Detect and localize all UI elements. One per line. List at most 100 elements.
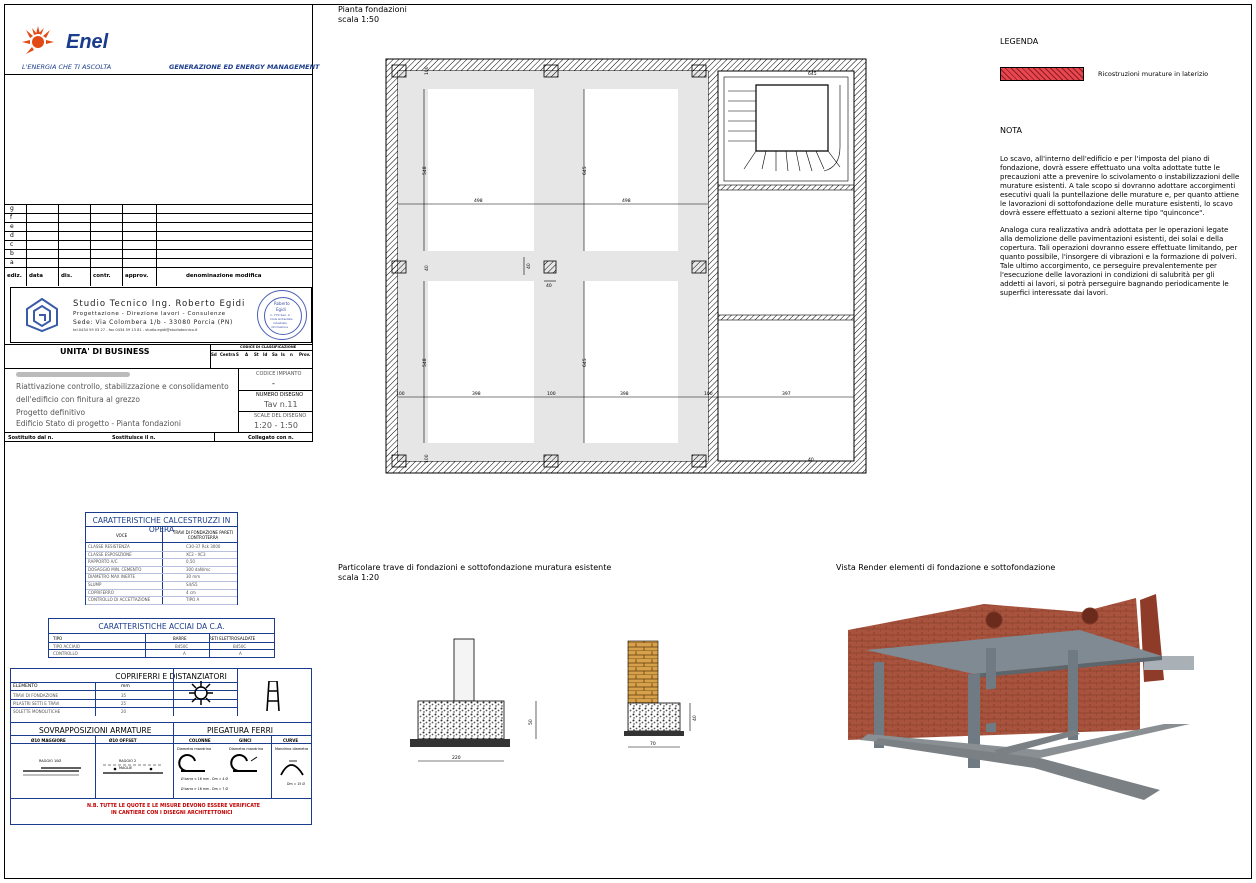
- dim-center-h: 40: [546, 283, 552, 289]
- revision-header: contr.: [93, 273, 111, 279]
- divider: [238, 411, 312, 412]
- codice-column: Prov.: [299, 352, 311, 357]
- dim-mid-left: 398: [472, 391, 481, 397]
- sovrapposizioni-title: SOVRAPPOSIZIONI ARMATURE: [39, 726, 152, 735]
- legend-swatch: [1000, 67, 1084, 81]
- revision-col-line: [58, 204, 59, 286]
- stamp-name: Roberto: [274, 301, 290, 306]
- calcestruzzi-row-value: 300 daN/mc: [186, 566, 211, 572]
- revision-row-line: [4, 204, 312, 205]
- codice-impianto-label: CODICE IMPIANTO: [256, 371, 302, 377]
- brand-slogan: L'ENERGIA CHE TI ASCOLTA: [22, 63, 112, 71]
- codice-column: St: [254, 352, 259, 357]
- hook-bend-icon-1: [178, 754, 205, 772]
- acciai-title: CARATTERISTICHE ACCIAI DA C.A.: [98, 622, 225, 631]
- codice-column: S: [236, 352, 239, 357]
- codice-column: n: [290, 352, 293, 357]
- copriferri-r0c0: TRAVI DI FONDAZIONE: [13, 693, 59, 698]
- studio-line3: tel.0434 59 03 27 - fax 0434 59 13 81 - …: [73, 328, 198, 332]
- numero-disegno-value: Tav n.11: [264, 400, 298, 409]
- hook-bend-icon-2: [230, 754, 258, 772]
- curve-bend-icon: [280, 760, 304, 776]
- revision-row-label: e: [10, 223, 14, 230]
- copriferri-h0: ELEMENTO: [13, 684, 38, 689]
- dim-corner-b: 40: [424, 265, 430, 271]
- codice-column: A: [245, 352, 249, 357]
- acciai-r1c2: A: [239, 651, 242, 656]
- pieg-f1: Ø barra < 16 mm - Dm = 4 Ø: [181, 777, 228, 781]
- calcestruzzi-row-value: 4 cm: [186, 589, 196, 595]
- dim-left-top: 548: [422, 166, 428, 175]
- revision-col-line: [156, 204, 157, 286]
- codice-column: Sd: [211, 352, 217, 357]
- chair-spacer-icon: [266, 681, 280, 711]
- divider: [214, 432, 215, 442]
- distanziatore-icon: [189, 681, 213, 705]
- divider: [4, 432, 312, 433]
- calcestruzzi-row-value: 0,50: [186, 559, 195, 565]
- revision-col-line: [90, 204, 91, 286]
- revision-row-label: g: [10, 205, 14, 212]
- dim-center-v: 40: [526, 263, 532, 269]
- revision-row-line: [4, 249, 312, 250]
- detail-dim-h2: 40: [692, 715, 698, 721]
- sostituito-label: Sostituito dal n.: [8, 435, 54, 441]
- stamp-number: n. 770 Sez. A: [270, 313, 290, 317]
- nb-line1: N.B. TUTTE LE QUOTE E LE MISURE DEVONO E…: [87, 804, 261, 809]
- studio-name: Studio Tecnico Ing. Roberto Egidi: [73, 299, 246, 309]
- particolare-scale: scala 1:20: [338, 573, 380, 582]
- enel-sun-icon: [22, 26, 54, 54]
- desc-line-3: Progetto definitivo: [16, 408, 86, 417]
- dim-mid-center: 100: [547, 391, 556, 397]
- codice-column: Id: [263, 352, 268, 357]
- piegatura-title: PIEGATURA FERRI: [207, 726, 274, 735]
- copriferri-r1c1: 25: [121, 701, 127, 706]
- codice-column: Sa: [272, 352, 278, 357]
- dim-top-left: 498: [474, 198, 483, 204]
- revision-header: data: [29, 273, 43, 279]
- copriferri-h1: mm: [121, 684, 130, 689]
- revision-row-line: [4, 267, 312, 268]
- codice-column: Is: [281, 352, 285, 357]
- brand-division: GENERAZIONE ED ENERGY MANAGEMENT: [169, 63, 320, 71]
- dim-corner-a: 100: [424, 66, 430, 75]
- plan-scale: scala 1:50: [338, 15, 380, 24]
- revision-row-line: [4, 258, 312, 259]
- revision-row-label: d: [10, 232, 14, 239]
- nota-p2: Analoga cura realizzativa andrà adottata…: [1000, 226, 1238, 297]
- calcestruzzi-row-value: C30-37 Rck 3000: [186, 544, 221, 549]
- calcestruzzi-col1: VOCE: [116, 533, 128, 538]
- redacted-bar: [16, 372, 130, 377]
- beam-detail: 220 50 70 40: [410, 638, 698, 762]
- plan-title: Pianta fondazioni: [338, 5, 407, 14]
- dim-corner-c: 100: [424, 454, 430, 463]
- revision-row-label: f: [10, 214, 13, 221]
- acciai-h2: RETI ELETTROSALDATE: [209, 636, 256, 641]
- nb-line2: IN CANTIERE CON I DISEGNI ARCHITETTONICI: [111, 811, 233, 816]
- revision-row-line: [4, 240, 312, 241]
- pieg-f2: Ø barra > 16 mm - Dm = 7 Ø: [181, 787, 228, 791]
- stamp-surname: Egidi: [276, 307, 286, 312]
- pieg-f3: Dm = 15 Ø: [287, 782, 305, 786]
- codice-column: Centra: [220, 352, 236, 357]
- dim-right-top: 645: [582, 358, 588, 367]
- codice-columns: Sd Centra S A St Id Sa Is n Prov.: [210, 351, 312, 361]
- divider: [4, 74, 312, 75]
- codice-label: CODICE DI CLASSIFICAZIONE: [240, 345, 297, 349]
- calcestruzzi-row-label: COPRIFERRO: [88, 589, 114, 595]
- revision-header: denominazione modifica: [186, 273, 262, 279]
- calcestruzzi-row-label: CLASSE ESPOSIZIONE: [88, 551, 132, 557]
- calcestruzzi-row-label: SLUMP: [88, 582, 102, 587]
- stamp-text1: Civile ambientale: [270, 318, 293, 321]
- unita-label: UNITA' DI BUSINESS: [60, 347, 150, 356]
- acciai-r1c1: A: [183, 651, 186, 656]
- detail-dim-w1: 220: [452, 755, 461, 761]
- calcestruzzi-row-value: TIPO A: [186, 597, 200, 603]
- calcestruzzi-col2: TRAVI DI FONDAZIONE PARETI CONTROTERRA: [172, 530, 234, 540]
- legend-item: Ricostruzioni murature in laterizio: [1098, 70, 1209, 78]
- revision-row-line: [4, 213, 312, 214]
- calcestruzzi-row-value: 30 mm: [186, 574, 201, 580]
- acciai-table: CARATTERISTICHE ACCIAI DA C.A. TIPO BARR…: [48, 618, 275, 658]
- revision-table: g f e d c b a ediz. data dis. contr. approv. denomin…: [4, 204, 312, 286]
- stamp-text2: industriale: [273, 322, 287, 325]
